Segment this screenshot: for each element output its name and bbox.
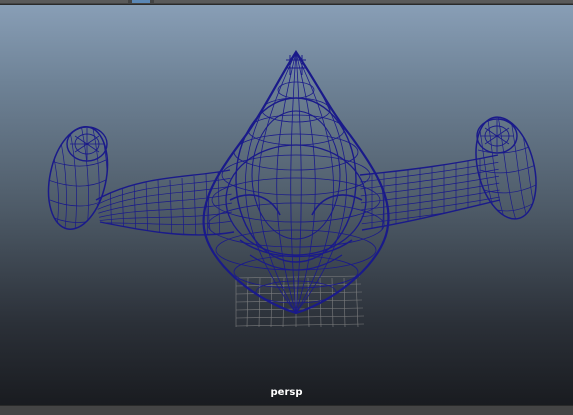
camera-name-label: persp: [270, 387, 303, 398]
left-wing-wireframe: [95, 169, 235, 236]
fuselage-wireframe: [202, 50, 390, 315]
maya-perspective-viewport[interactable]: persp: [0, 0, 573, 415]
wireframe-scene: [47, 50, 539, 328]
right-engine-pod-wireframe: [475, 113, 539, 226]
right-wing-wireframe: [359, 154, 501, 231]
panel-bottom-edge: [0, 405, 573, 415]
